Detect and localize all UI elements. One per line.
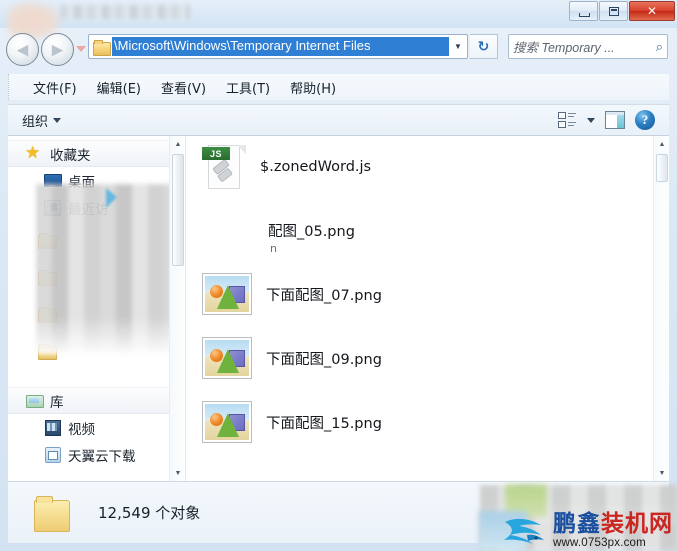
- cloud-icon: [44, 447, 61, 463]
- refresh-icon: ↻: [477, 38, 490, 54]
- restore-icon: [609, 7, 619, 16]
- list-item[interactable]: JS $.zonedWord.js: [186, 136, 669, 198]
- minimize-button[interactable]: [569, 1, 598, 21]
- star-icon: [25, 143, 43, 163]
- change-view-icon[interactable]: [558, 111, 577, 129]
- sidebar-item-label: 最近访: [68, 201, 109, 218]
- file-note: n: [270, 242, 277, 255]
- folder-icon: [38, 269, 57, 286]
- refresh-button[interactable]: ↻: [470, 34, 498, 59]
- forward-arrow-icon: ▶: [51, 41, 64, 58]
- search-input[interactable]: 搜索 Temporary ...: [513, 37, 656, 56]
- toolbar-right-group: ?: [558, 110, 669, 130]
- sidebar-item-libraries[interactable]: 库: [8, 387, 185, 414]
- file-name: $.zonedWord.js: [260, 159, 372, 175]
- content-area: 收藏夹 桌面 最近访: [8, 136, 669, 481]
- menu-item-edit[interactable]: 编辑(E): [87, 75, 151, 100]
- sidebar-item-redacted[interactable]: [8, 221, 185, 258]
- list-item[interactable]: 下面配图_07.png: [186, 262, 669, 326]
- title-bar: ✕: [0, 0, 677, 42]
- menu-item-tools[interactable]: 工具(T): [216, 75, 280, 100]
- search-icon: ⌕: [655, 38, 663, 54]
- sidebar-item-cloud-download[interactable]: 天翼云下载: [8, 441, 185, 468]
- navigation-tree: 收藏夹 桌面 最近访: [8, 136, 185, 468]
- restore-button[interactable]: [599, 1, 628, 21]
- organize-button[interactable]: 组织: [8, 111, 62, 130]
- sidebar-item-desktop[interactable]: 桌面: [8, 167, 185, 194]
- folder-icon: [93, 39, 111, 56]
- file-name: 下面配图_15.png: [266, 415, 382, 432]
- explorer-window: ✕ ◀ ▶ \Microsoft\Windows\Temporary Inter…: [0, 0, 677, 551]
- png-image-icon: [202, 273, 252, 315]
- js-badge: JS: [202, 147, 230, 160]
- organize-label: 组织: [22, 114, 49, 130]
- minimize-icon: [579, 13, 590, 17]
- address-bar[interactable]: \Microsoft\Windows\Temporary Internet Fi…: [88, 34, 468, 59]
- close-icon: ✕: [646, 4, 658, 18]
- folder-icon: [38, 306, 57, 323]
- preview-pane-icon[interactable]: [605, 111, 625, 129]
- window-controls: ✕: [569, 1, 675, 21]
- navigation-pane: 收藏夹 桌面 最近访: [8, 136, 186, 481]
- sidebar-item-label: 视频: [68, 421, 95, 438]
- sidebar-item-label: 收藏夹: [50, 147, 91, 164]
- address-bar-row: ◀ ▶ \Microsoft\Windows\Temporary Interne…: [0, 28, 677, 72]
- search-box[interactable]: 搜索 Temporary ... ⌕: [508, 34, 668, 59]
- scrollbar-thumb[interactable]: [172, 154, 184, 266]
- navigation-pane-scrollbar[interactable]: ▲ ▼: [169, 136, 185, 481]
- sidebar-item-label: 库: [50, 394, 64, 411]
- command-toolbar: 组织 ?: [8, 104, 669, 136]
- js-file-icon: JS: [202, 143, 246, 191]
- scroll-up-icon[interactable]: ▲: [170, 136, 185, 152]
- back-button[interactable]: ◀: [6, 33, 39, 66]
- scrollbar-thumb[interactable]: [656, 154, 668, 182]
- sidebar-item-label: 天翼云下载: [68, 448, 136, 465]
- back-arrow-icon: ◀: [16, 41, 29, 58]
- sidebar-item-redacted[interactable]: [8, 332, 185, 369]
- scroll-down-icon[interactable]: ▼: [654, 465, 669, 481]
- menu-item-view[interactable]: 查看(V): [151, 75, 216, 100]
- list-item[interactable]: 配图_05.png n: [186, 198, 669, 262]
- chevron-down-icon[interactable]: ▼: [449, 42, 467, 51]
- navigation-buttons: ◀ ▶: [6, 33, 74, 66]
- menu-item-help[interactable]: 帮助(H): [280, 75, 346, 100]
- item-count-text: 12,549 个对象: [98, 504, 201, 522]
- status-bar: 12,549 个对象: [8, 481, 669, 543]
- view-dropdown-chevron-icon[interactable]: [587, 117, 595, 123]
- menu-bar: 文件(F) 编辑(E) 查看(V) 工具(T) 帮助(H): [8, 74, 669, 100]
- sidebar-item-redacted[interactable]: [8, 258, 185, 295]
- forward-button[interactable]: ▶: [41, 33, 74, 66]
- sidebar-item-favorites[interactable]: 收藏夹: [8, 140, 185, 167]
- png-image-icon: [202, 401, 252, 443]
- scroll-down-icon[interactable]: ▼: [170, 465, 185, 481]
- folder-icon: [34, 495, 74, 532]
- monitor-icon: [44, 173, 62, 188]
- file-list-scrollbar[interactable]: ▲ ▼: [653, 136, 669, 481]
- help-icon[interactable]: ?: [635, 110, 655, 130]
- file-name: 配图_05.png: [268, 223, 355, 240]
- file-name: 下面配图_07.png: [266, 287, 382, 304]
- sidebar-item-videos[interactable]: 视频: [8, 414, 185, 441]
- chevron-down-icon: [53, 117, 62, 123]
- file-list-pane: JS $.zonedWord.js 配图_05.png n 下面配图_07.pn…: [186, 136, 669, 481]
- video-icon: [44, 420, 61, 436]
- library-icon: [26, 393, 44, 408]
- scroll-up-icon[interactable]: ▲: [654, 136, 669, 152]
- address-path-text[interactable]: \Microsoft\Windows\Temporary Internet Fi…: [112, 37, 449, 56]
- close-button[interactable]: ✕: [629, 1, 675, 21]
- window-title-redacted: [60, 5, 190, 19]
- menu-item-file[interactable]: 文件(F): [23, 75, 87, 100]
- sidebar-item-redacted[interactable]: [8, 295, 185, 332]
- file-name: 下面配图_09.png: [266, 351, 382, 368]
- sidebar-item-label: 桌面: [68, 174, 95, 191]
- png-image-icon: [202, 337, 252, 379]
- sidebar-item-recent[interactable]: 最近访: [8, 194, 185, 221]
- folder-icon: [38, 232, 57, 249]
- list-item[interactable]: 下面配图_09.png: [186, 326, 669, 390]
- folder-icon: [38, 343, 57, 360]
- list-item[interactable]: 下面配图_15.png: [186, 390, 669, 454]
- recent-icon: [44, 200, 61, 216]
- recent-locations-chevron-icon[interactable]: [76, 46, 86, 52]
